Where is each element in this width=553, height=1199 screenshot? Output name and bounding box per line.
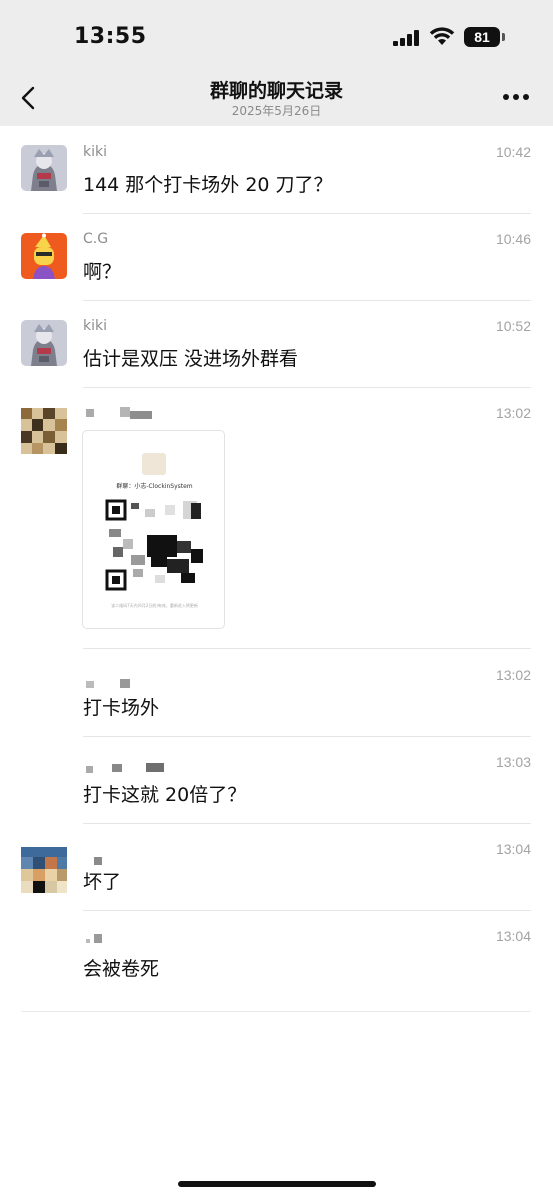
avatar[interactable] [21,847,67,893]
redacted-sender [120,407,130,417]
redacted-sender [86,681,94,688]
message-text[interactable]: 打卡这就 20倍了？ [83,780,246,807]
message-text[interactable]: 打卡场外 [83,693,159,720]
battery-icon: 81 [464,27,505,47]
message-text[interactable]: 坏了 [83,867,121,894]
message-item: kiki 10:52 估计是双压 没进场外群看 [0,300,553,388]
redacted-sender [94,857,102,865]
message-item: C.G 10:46 啊？ [0,213,553,301]
home-indicator[interactable] [178,1181,376,1187]
wifi-icon [429,27,455,45]
avatar[interactable] [21,233,67,279]
message-item: 13:04 坏了 [0,823,553,911]
message-time: 13:04 [495,928,531,944]
group-logo-icon [142,453,166,475]
status-bar: 13:55 81 [0,0,553,70]
redacted-sender [86,409,94,417]
battery-level: 81 [464,27,500,47]
group-qr-card[interactable]: 群聊：小志-ClockinSystem 该二维码7天内(6月2日前)有效，重新进… [82,430,225,629]
message-text[interactable]: 会被卷死 [83,954,159,981]
message-text[interactable]: 144 那个打卡场外 20 刀了？ [83,170,333,197]
sender-name: kiki [83,144,107,160]
redacted-sender [112,764,122,772]
message-item: 13:04 会被卷死 [0,910,553,1012]
message-time: 10:42 [495,144,531,160]
redacted-sender [86,939,90,943]
message-time: 10:52 [495,318,531,334]
cellular-signal-icon [393,30,421,46]
message-time: 13:02 [495,405,531,421]
qr-card-caption: 该二维码7天内(6月2日前)有效，重新进入将更新 [111,603,198,608]
qr-code [105,499,203,591]
avatar[interactable] [21,320,67,366]
redacted-sender [130,411,152,419]
message-text[interactable]: 估计是双压 没进场外群看 [83,344,298,371]
message-text[interactable]: 啊？ [83,257,121,284]
message-time: 10:46 [495,231,531,247]
sender-name: C.G [83,231,109,247]
avatar[interactable] [21,145,67,191]
page-title: 群聊的聊天记录 [209,80,343,102]
message-item: 13:03 打卡这就 20倍了？ [0,736,553,824]
more-options-icon[interactable] [503,94,531,102]
nav-bar: 群聊的聊天记录 2025年5月26日 [0,70,553,126]
redacted-sender [94,934,102,943]
message-time: 13:02 [495,667,531,683]
redacted-sender [146,763,164,772]
avatar[interactable] [21,408,67,454]
sender-name: kiki [83,318,107,334]
message-item: 13:02 打卡场外 [0,649,553,737]
qr-card-title: 群聊：小志-ClockinSystem [116,483,193,490]
message-time: 13:03 [495,754,531,770]
redacted-sender [86,766,93,773]
page-subtitle-date: 2025年5月26日 [231,104,322,118]
redacted-sender [120,679,130,688]
end-of-history-divider [21,1011,531,1012]
message-item: kiki 10:42 144 那个打卡场外 20 刀了？ [0,126,553,214]
status-time: 13:55 [74,24,147,49]
message-time: 13:04 [495,841,531,857]
